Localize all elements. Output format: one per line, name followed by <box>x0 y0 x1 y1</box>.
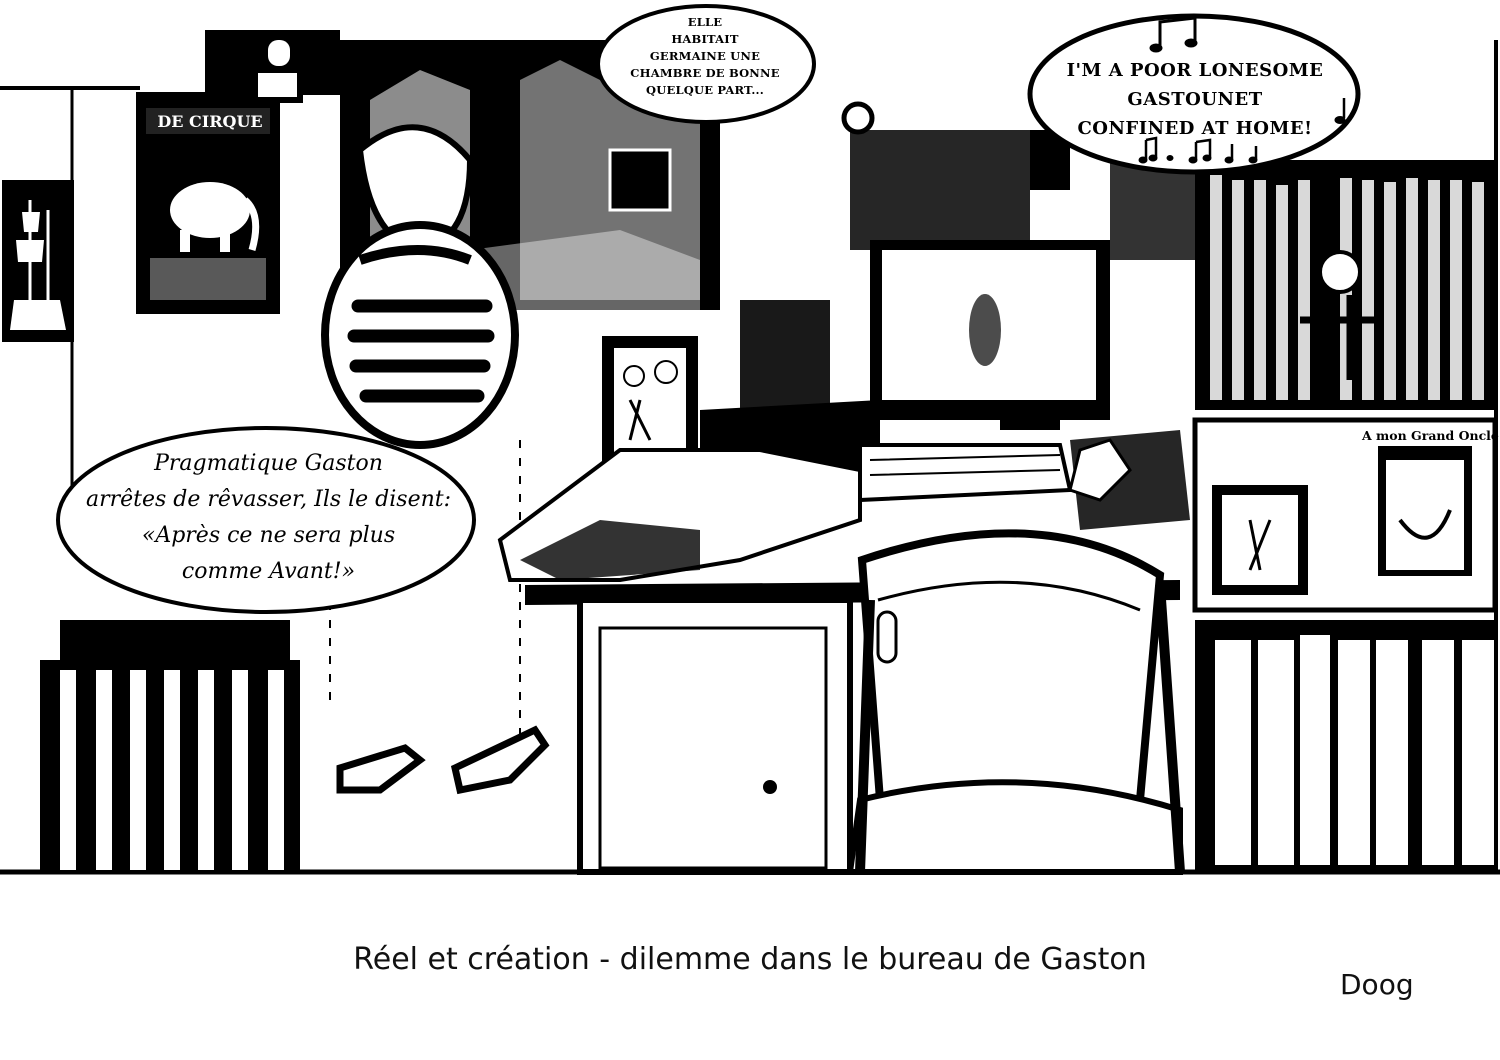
bubble-gaston-line: GASTOUNET <box>1127 89 1263 110</box>
bubble-pragmatique-line: Pragmatique Gaston <box>154 451 383 476</box>
bubble-elle-line: QUELQUE PART... <box>646 83 764 97</box>
bubble-elle-line: ELLE <box>687 15 723 29</box>
author-signature: Doog <box>1340 968 1414 1001</box>
bubble-elle-line: GERMAINE UNE <box>649 49 761 63</box>
poster-title: DE CIRQUE <box>157 112 263 131</box>
bubble-elle-line: HABITAIT <box>671 32 739 46</box>
bubble-elle-text: ELLE HABITAIT GERMAINE UNE CHAMBRE DE BO… <box>600 14 810 99</box>
left-bookcase <box>40 620 300 872</box>
bubble-gaston-line: I'M A POOR LONESOME <box>1066 60 1324 81</box>
caption: Réel et création - dilemme dans le burea… <box>353 942 1147 977</box>
dedication-label: A mon Grand Oncle <box>1362 428 1499 443</box>
bubble-pragmatique-line: arrêtes de rêvasser, Ils le disent: <box>85 487 452 512</box>
bubble-pragmatique-line: «Après ce ne sera plus <box>141 523 396 548</box>
top-cabinet <box>205 30 340 103</box>
right-bookshelf <box>1192 160 1498 872</box>
bubble-gaston-text: I'M A POOR LONESOME GASTOUNET CONFINED A… <box>1040 56 1350 143</box>
bubble-pragmatique-text: Pragmatique Gaston arrêtes de rêvasser, … <box>66 446 471 590</box>
office-chair <box>846 529 1185 875</box>
bubble-gaston-line: CONFINED AT HOME! <box>1077 118 1313 139</box>
computer-monitor <box>870 240 1110 430</box>
bubble-elle-line: CHAMBRE DE BONNE <box>630 66 780 80</box>
ship-picture <box>2 180 74 342</box>
bubble-pragmatique-line: comme Avant!» <box>181 559 356 584</box>
framed-comic <box>602 336 698 464</box>
